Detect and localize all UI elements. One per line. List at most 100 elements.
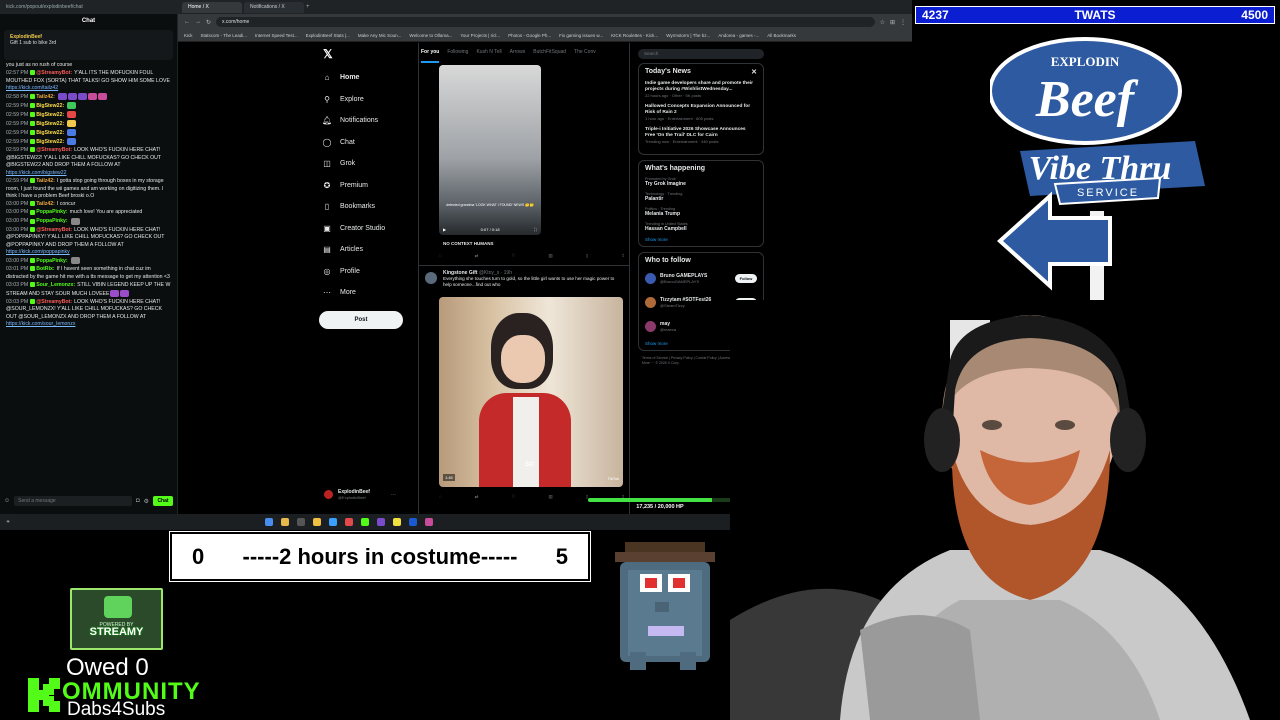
trend-item[interactable]: Technology · Trending Palantir <box>645 192 757 202</box>
bookmark-item[interactable]: KICK Roulettes - Kick... <box>611 33 658 38</box>
retweet-icon[interactable]: ⇄ <box>475 494 479 500</box>
chat-message-list[interactable]: you just as no rush of course 02:57 PM @St… <box>0 60 177 468</box>
nav-item-more[interactable]: ⋯ More <box>318 282 418 304</box>
message-username[interactable]: Tailz42: <box>36 201 55 207</box>
feed-tab[interactable]: Following <box>447 49 468 63</box>
bookmark-item[interactable]: Wyrmstorm | The bz... <box>666 33 710 38</box>
message-username[interactable]: @StreamyBot: <box>36 227 72 233</box>
views-icon[interactable]: ▥ <box>548 494 552 500</box>
message-username[interactable]: Tailz42: <box>36 94 55 100</box>
chat-message[interactable]: 03:03 PM Sour_Lemonzx: STILL VIBIN LEGEND … <box>6 282 171 298</box>
bookmark-item[interactable]: Fix gaming issues w... <box>559 33 603 38</box>
message-username[interactable]: BotRix: <box>36 266 54 272</box>
steam-icon[interactable] <box>409 518 418 526</box>
chat-message[interactable]: 02:59 PM Tailz42: I gotta stop going throu… <box>6 178 171 201</box>
reply-icon[interactable]: ◌ <box>439 494 442 500</box>
chat-message[interactable]: 03:00 PM PoppaPinky: <box>6 257 171 265</box>
show-more-link[interactable]: Show more <box>645 237 757 242</box>
pinned-message[interactable]: ExplodinBeef Gift 1 sub to bike 3rd <box>4 30 173 60</box>
chat-message[interactable]: 02:59 PM BigStew22: <box>6 102 171 110</box>
tweet-video[interactable]: detected grandma 'LOOK WHAT I FOUND' NEW… <box>439 65 541 235</box>
chat-message[interactable]: 02:57 PM @StreamyBot: Y'ALL ITS THE MOFUCK… <box>6 70 171 93</box>
avatar[interactable] <box>645 272 656 284</box>
tweet-video[interactable]: SO 1:45 TikTok <box>439 297 623 487</box>
app-icon[interactable] <box>329 518 338 526</box>
message-link[interactable]: https://kick.com/bigstew22 <box>6 170 67 176</box>
post-button[interactable]: Post <box>319 310 403 329</box>
bookmark-item[interactable]: Make Any Mic Soun... <box>358 33 402 38</box>
trend-item[interactable]: Promoted by Grok Try Grok Imagine <box>645 177 757 187</box>
bookmark-icon[interactable]: ▯ <box>586 253 588 259</box>
tweet[interactable]: Kingstone Gift @Ktny_s · 19h Everything … <box>419 265 629 292</box>
forward-icon[interactable]: → <box>195 19 201 25</box>
chat-message[interactable]: 02:59 PM @StreamyBot: LOOK WHO'S FUCKIN HE… <box>6 147 171 177</box>
nav-item-bookmarks[interactable]: ▯ Bookmarks <box>318 196 418 218</box>
trend-item[interactable]: Politics · Trending Melania Trump <box>645 207 757 217</box>
message-username[interactable]: Sour_Lemonzx: <box>36 282 75 288</box>
new-tab-icon[interactable]: + <box>306 4 310 10</box>
message-username[interactable]: BigStew22: <box>36 139 64 145</box>
message-username[interactable]: @StreamyBot: <box>36 70 72 76</box>
chat-send-button[interactable]: Chat <box>153 496 173 506</box>
message-username[interactable]: BigStew22: <box>36 121 64 127</box>
message-link[interactable]: https://kick.com/poppapinky <box>6 249 70 255</box>
feed-tab[interactable]: Kush N Tell <box>476 49 501 63</box>
bookmark-item[interactable]: Andorea - games -... <box>718 33 759 38</box>
chat-message[interactable]: 03:00 PM PoppaPinky: <box>6 217 171 226</box>
fullscreen-icon[interactable]: ⛶ <box>534 227 537 232</box>
back-icon[interactable]: ← <box>184 19 190 25</box>
like-icon[interactable]: ♡ <box>511 494 515 500</box>
bookmark-item[interactable]: Internet Speed Test... <box>255 33 298 38</box>
message-username[interactable]: BigStew22: <box>36 112 64 118</box>
chat-message[interactable]: 02:58 PM Tailz42: <box>6 93 171 101</box>
nav-item-articles[interactable]: ▤ Articles <box>318 239 418 261</box>
browser-tab[interactable]: Notifications / X <box>244 1 304 13</box>
like-icon[interactable]: ♡ <box>511 253 515 259</box>
news-item[interactable]: Hallowed Concepts Expansion Announced fo… <box>645 104 757 121</box>
chat-message-input[interactable] <box>14 496 132 506</box>
chat-message[interactable]: 03:03 PM @StreamyBot: LOOK WHO'S FUCKIN HE… <box>6 299 171 329</box>
menu-icon[interactable]: ⋮ <box>900 19 906 26</box>
app-icon[interactable] <box>377 518 386 526</box>
bookmark-item[interactable]: All Bookmarks <box>767 33 796 38</box>
more-icon[interactable]: ··· <box>391 492 396 498</box>
tweet-source[interactable]: NO CONTEXT HUMANS <box>443 241 494 246</box>
message-link[interactable]: https://kick.com/sour_lemonzx <box>6 321 75 327</box>
account-switcher[interactable]: ExplodinBeef @ExplodinBeef ··· <box>324 489 396 500</box>
news-item[interactable]: Indie game developers share and promote … <box>645 81 757 98</box>
message-username[interactable]: BigStew22: <box>36 103 64 109</box>
browser-tab[interactable]: Home / X <box>182 1 242 13</box>
play-icon[interactable]: ▶ <box>443 227 446 232</box>
chat-message[interactable]: 03:01 PM BotRix: If I havent seen somethin… <box>6 266 171 281</box>
bookmark-item[interactable]: Your Projects | ricl... <box>460 33 500 38</box>
extensions-icon[interactable]: ⊞ <box>890 19 895 26</box>
message-username[interactable]: PoppaPinky: <box>36 218 67 224</box>
folder-icon[interactable] <box>313 518 322 526</box>
chat-message[interactable]: 03:00 PM @StreamyBot: LOOK WHO'S FUCKIN HE… <box>6 227 171 257</box>
nav-item-home[interactable]: ⌂ Home <box>318 67 418 89</box>
reply-icon[interactable]: ◌ <box>439 253 442 259</box>
chat-message[interactable]: 03:00 PM Tailz42: I concur <box>6 201 171 209</box>
sticky-notes-icon[interactable] <box>393 518 402 526</box>
message-username[interactable]: PoppaPinky: <box>36 209 67 215</box>
bookmark-item[interactable]: Welcome to Ollama... <box>409 33 452 38</box>
feed-tab[interactable]: The Conv <box>574 49 596 63</box>
share-icon[interactable]: ⇪ <box>621 253 625 259</box>
gift-icon[interactable]: ◘ <box>136 498 140 504</box>
nav-item-creator-studio[interactable]: ▣ Creator Studio <box>318 218 418 240</box>
feed-tab[interactable]: For you <box>421 49 440 63</box>
search-input[interactable]: Search <box>638 49 764 59</box>
emote-icon[interactable]: ☺ <box>4 498 10 504</box>
app-icon[interactable] <box>297 518 306 526</box>
message-username[interactable]: BigStew22: <box>36 130 64 136</box>
chat-message[interactable]: 03:00 PM PoppaPinky: much love! You are ap… <box>6 209 171 217</box>
chat-message[interactable]: 02:59 PM BigStew22: <box>6 120 171 128</box>
nav-item-grok[interactable]: ◫ Grok <box>318 153 418 175</box>
message-username[interactable]: @StreamyBot: <box>36 147 72 153</box>
app-icon[interactable] <box>425 518 434 526</box>
bookmark-item[interactable]: Statscom - The Leadi... <box>201 33 247 38</box>
nav-item-notifications[interactable]: 🔔︎ Notifications <box>318 110 418 132</box>
nav-item-premium[interactable]: ✪ Premium <box>318 175 418 197</box>
retweet-icon[interactable]: ⇄ <box>475 253 479 259</box>
url-field[interactable]: x.com/home <box>216 17 875 27</box>
